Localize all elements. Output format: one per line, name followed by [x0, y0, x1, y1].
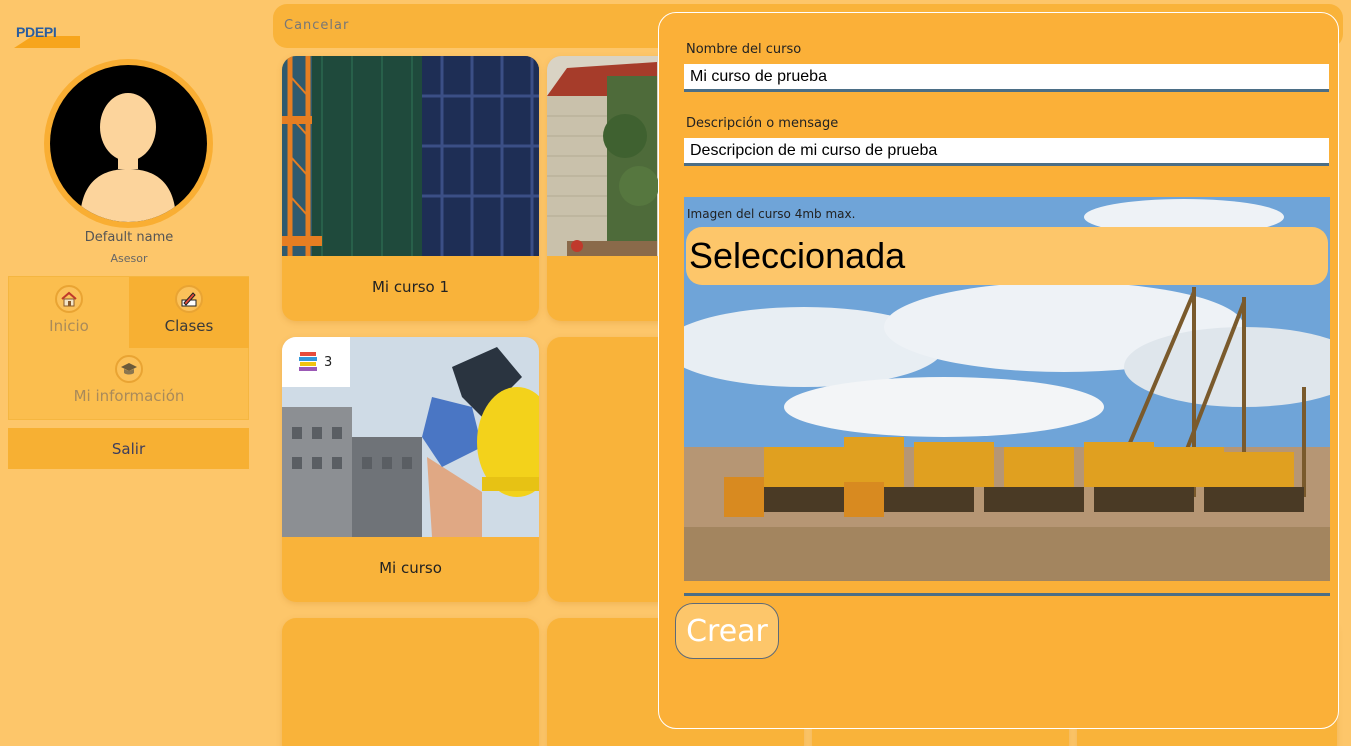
image-zone-underline: [684, 593, 1330, 596]
app-logo[interactable]: PDEPI: [14, 20, 82, 50]
nav-item-clases[interactable]: Clases: [129, 277, 249, 348]
avatar: [50, 65, 207, 222]
graduation-cap-icon: [115, 355, 143, 383]
students-badge: 3: [282, 337, 350, 387]
course-image-dropzone[interactable]: Imagen del curso 4mb max. Seleccionada: [684, 197, 1330, 581]
sidebar: PDEPI Default name Asesor Inicio Clases …: [0, 0, 258, 746]
image-status: Seleccionada: [686, 227, 1328, 285]
course-card[interactable]: Mi curso 1: [282, 56, 539, 321]
nav-item-inicio[interactable]: Inicio: [9, 285, 129, 347]
course-name-label: Nombre del curso: [686, 42, 802, 57]
logo-text: PDEPI: [16, 24, 57, 40]
nav-item-label: Inicio: [49, 317, 89, 335]
nav-menu: Inicio Clases Mi información: [8, 276, 249, 420]
create-course-modal: Nombre del curso Descripción o mensage: [658, 12, 1339, 729]
course-image-label: Imagen del curso 4mb max.: [687, 207, 856, 221]
profile-name: Default name: [84, 230, 174, 245]
course-card[interactable]: 3 Mi curso: [282, 337, 539, 602]
course-name-input[interactable]: [684, 64, 1329, 92]
user-silhouette-icon: [80, 93, 176, 222]
create-button[interactable]: Crear: [675, 603, 779, 659]
pencil-board-icon: [175, 285, 203, 313]
nav-item-mi-informacion[interactable]: Mi información: [9, 355, 249, 415]
profile-role: Asesor: [110, 252, 148, 265]
nav-item-label: Mi información: [73, 387, 185, 405]
course-image-scaffold: [282, 56, 539, 256]
students-count: 3: [324, 354, 333, 370]
logout-button[interactable]: Salir: [8, 428, 249, 469]
house-icon: [55, 285, 83, 313]
course-title: Mi curso 1: [371, 278, 450, 296]
course-card[interactable]: [282, 618, 539, 746]
nav-item-label: Clases: [164, 317, 214, 335]
cancel-link[interactable]: Cancelar: [284, 18, 349, 33]
course-title: Mi curso: [379, 559, 442, 577]
course-description-input[interactable]: [684, 138, 1329, 166]
books-stack-icon: [299, 352, 317, 371]
course-description-label: Descripción o mensage: [686, 116, 839, 131]
